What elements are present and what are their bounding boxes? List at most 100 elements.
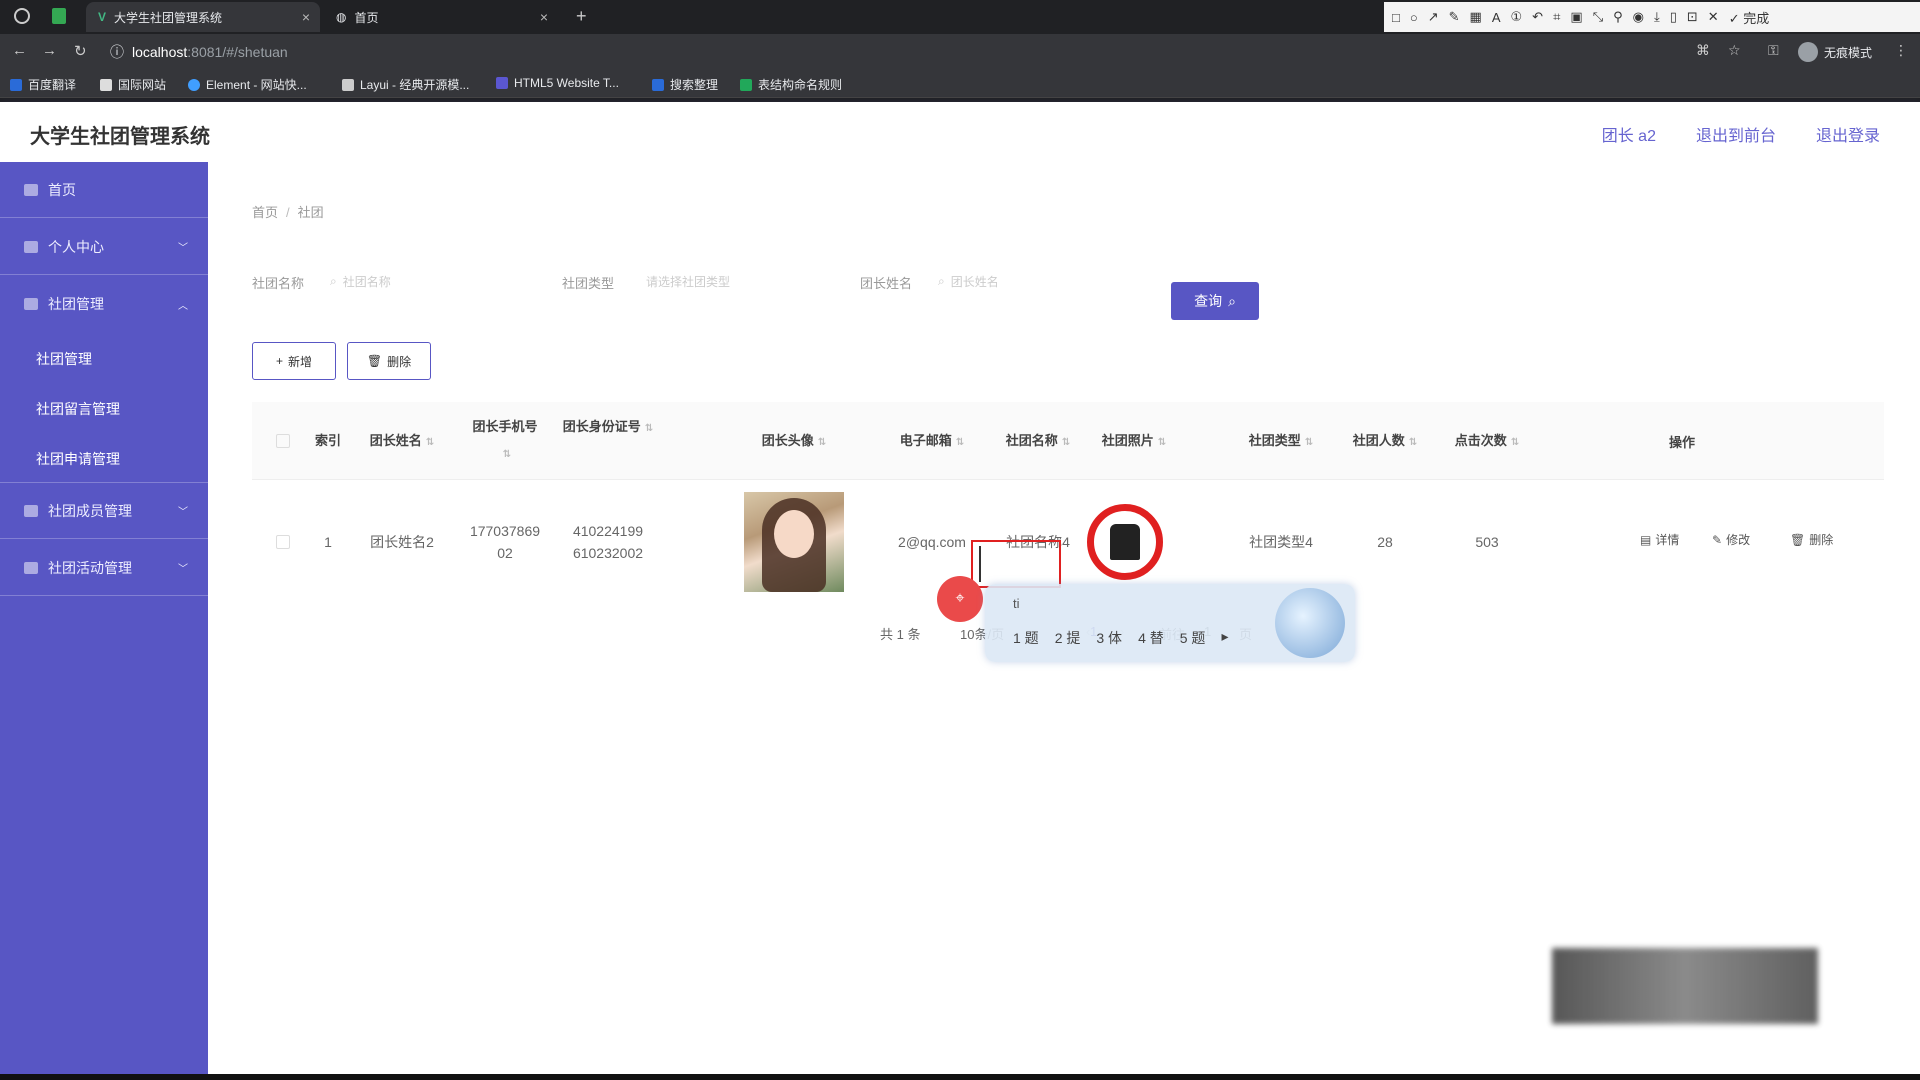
ime-candidate[interactable]: 5 题	[1180, 628, 1206, 648]
sort-icon[interactable]: ⇅	[1158, 437, 1166, 448]
sidebar: 首页 个人中心 ﹀ 社团管理 ︿ 社团管理 社团留言管理 社团申请管理 社团成员…	[0, 162, 208, 1080]
sidebar-item-members[interactable]: 社团成员管理 ﹀	[0, 483, 208, 539]
number-tool-icon[interactable]: ①	[1511, 9, 1523, 25]
bookmark-item[interactable]: Layui - 经典开源模...	[342, 76, 469, 93]
bookmark-item[interactable]: HTML5 Website T...	[496, 76, 619, 90]
chrome-menu-icon[interactable]	[14, 8, 30, 24]
sidebar-item-activities[interactable]: 社团活动管理 ﹀	[0, 540, 208, 596]
arrow-tool-icon[interactable]: ↗	[1428, 9, 1439, 25]
incognito-indicator[interactable]: 无痕模式	[1798, 42, 1872, 62]
sort-icon[interactable]: ⇅	[1511, 437, 1519, 448]
user-link[interactable]: 团长 a2	[1602, 122, 1656, 146]
url-field[interactable]: ⓘ localhost:8081/#/shetuan	[110, 41, 288, 63]
data-table: 索引 团长姓名 ⇅ 团长手机号 ⇅ 团长身份证号 ⇅ 团长头像 ⇅ 电子邮箱 ⇅ 社团名称…	[252, 402, 1884, 592]
done-button[interactable]: ✓ 完成	[1729, 8, 1770, 27]
ellipse-tool-icon[interactable]: ○	[1410, 10, 1418, 25]
ocr-icon[interactable]: ▣	[1570, 9, 1582, 25]
bookmark-item[interactable]: 国际网站	[100, 76, 166, 93]
tab-active[interactable]: V 大学生社团管理系统 ×	[86, 2, 320, 32]
detail-button[interactable]: ▤ 详情	[1640, 531, 1679, 548]
select-all-checkbox[interactable]	[276, 434, 290, 448]
sort-icon[interactable]: ⇅	[645, 423, 653, 434]
reload-icon[interactable]: ↻	[74, 42, 87, 60]
url-host: localhost	[132, 44, 188, 60]
scale-icon[interactable]: ⤡	[1593, 9, 1603, 25]
ime-candidate[interactable]: 3 体	[1096, 628, 1122, 648]
app-icon[interactable]	[52, 8, 66, 24]
sidebar-subitem-club-messages[interactable]: 社团留言管理	[36, 399, 120, 419]
ime-candidate[interactable]: 1 题	[1013, 628, 1039, 648]
done-label: 完成	[1743, 10, 1770, 26]
sort-icon[interactable]: ⇅	[818, 437, 826, 448]
star-icon[interactable]: ☆	[1728, 42, 1741, 59]
club-type-select[interactable]: 请选择社团类型	[646, 266, 846, 296]
col-label: 电子邮箱	[899, 433, 952, 448]
col-id[interactable]: 团长身份证号 ⇅	[558, 414, 658, 442]
pen-tool-icon[interactable]: ✎	[1449, 9, 1460, 25]
screenshot-annotation-toolbar: □ ○ ↗ ✎ ▦ A ① ↶ ⌗ ▣ ⤡ ⚲ ◉ ⤓ ▯ ⊡ ✕ ✓ 完成	[1384, 2, 1920, 32]
bookmark-item[interactable]: 表结构命名规则	[740, 76, 842, 93]
delete-button[interactable]: 🗑 删除	[347, 342, 431, 380]
tab-home[interactable]: ◍ 首页 ×	[324, 2, 558, 32]
close-icon[interactable]: ✕	[1708, 9, 1719, 25]
sidebar-item-home[interactable]: 首页	[0, 162, 208, 218]
logout-link[interactable]: 退出登录	[1816, 122, 1880, 146]
breadcrumb-sep: /	[286, 205, 290, 220]
forward-icon[interactable]: →	[42, 42, 57, 59]
leader-name-input[interactable]: ⌕ 团长姓名	[938, 266, 1108, 296]
close-tab-icon[interactable]: ×	[540, 9, 548, 25]
col-phone[interactable]: 团长手机号 ⇅	[460, 414, 550, 468]
rect-tool-icon[interactable]: □	[1392, 10, 1400, 25]
mosaic-tool-icon[interactable]: ▦	[1470, 9, 1482, 25]
col-club-type[interactable]: 社团类型 ⇅	[1226, 428, 1336, 456]
col-leader-name[interactable]: 团长姓名 ⇅	[352, 428, 452, 456]
ime-candidate[interactable]: 4 替	[1138, 628, 1164, 648]
col-club-photo[interactable]: 社团照片 ⇅	[1064, 428, 1204, 456]
sort-icon[interactable]: ⇅	[1409, 437, 1417, 448]
ime-candidate-window[interactable]: ti 1 题 2 提 3 体 4 替 5 题 ▸	[985, 584, 1355, 662]
add-button[interactable]: + 新增	[252, 342, 336, 380]
sort-icon[interactable]: ⇅	[956, 437, 964, 448]
col-clicks[interactable]: 点击次数 ⇅	[1432, 428, 1542, 456]
sidebar-subitem-club-applications[interactable]: 社团申请管理	[36, 449, 120, 469]
crop-icon[interactable]: ⌗	[1553, 9, 1560, 25]
download-icon[interactable]: ⤓	[1654, 9, 1660, 25]
new-tab-button[interactable]: +	[576, 6, 587, 27]
ime-candidate[interactable]: 2 提	[1055, 628, 1081, 648]
close-tab-icon[interactable]: ×	[302, 9, 310, 25]
club-type-placeholder: 请选择社团类型	[646, 274, 731, 289]
bookmark-icon[interactable]: ⊡	[1687, 9, 1698, 25]
row-checkbox[interactable]	[276, 535, 290, 549]
club-name-placeholder: 社团名称	[342, 274, 391, 289]
sidebar-subitem-club[interactable]: 社团管理	[36, 349, 92, 369]
club-name-input[interactable]: ⌕ 社团名称	[330, 266, 500, 296]
back-icon[interactable]: ←	[12, 42, 27, 59]
sidebar-item-club-management[interactable]: 社团管理 ︿	[0, 276, 208, 332]
row-delete-button[interactable]: 🗑 删除	[1790, 531, 1833, 548]
bookmark-item[interactable]: 百度翻译	[10, 76, 76, 93]
bookmark-item[interactable]: 搜索整理	[652, 76, 718, 93]
edit-button[interactable]: ✎ 修改	[1712, 531, 1750, 548]
sidebar-item-profile[interactable]: 个人中心 ﹀	[0, 219, 208, 275]
key-icon[interactable]: ⚿	[1768, 42, 1779, 59]
ime-next-page-icon[interactable]: ▸	[1221, 628, 1228, 648]
col-avatar[interactable]: 团长头像 ⇅	[734, 428, 854, 456]
query-button[interactable]: 查询 ⌕	[1171, 282, 1259, 320]
pin-icon[interactable]: ⚲	[1613, 9, 1623, 25]
undo-icon[interactable]: ↶	[1532, 9, 1543, 25]
record-icon[interactable]: ◉	[1633, 9, 1644, 25]
col-email[interactable]: 电子邮箱 ⇅	[872, 428, 992, 456]
breadcrumb-home[interactable]: 首页	[252, 205, 278, 220]
translate-icon[interactable]: ⌘	[1696, 42, 1710, 59]
menu-kebab-icon[interactable]: ⋮	[1894, 42, 1908, 59]
col-members[interactable]: 社团人数 ⇅	[1330, 428, 1440, 456]
bookmark-item[interactable]: Element - 网站快...	[188, 76, 307, 93]
text-tool-icon[interactable]: A	[1492, 10, 1501, 25]
sort-icon[interactable]: ⇅	[503, 449, 511, 460]
sort-icon[interactable]: ⇅	[1305, 437, 1313, 448]
back-to-front-link[interactable]: 退出到前台	[1696, 122, 1776, 146]
search-icon: ⌕	[1228, 292, 1236, 309]
sort-icon[interactable]: ⇅	[426, 437, 434, 448]
copy-icon[interactable]: ▯	[1670, 9, 1677, 25]
avatar-face	[774, 510, 814, 558]
